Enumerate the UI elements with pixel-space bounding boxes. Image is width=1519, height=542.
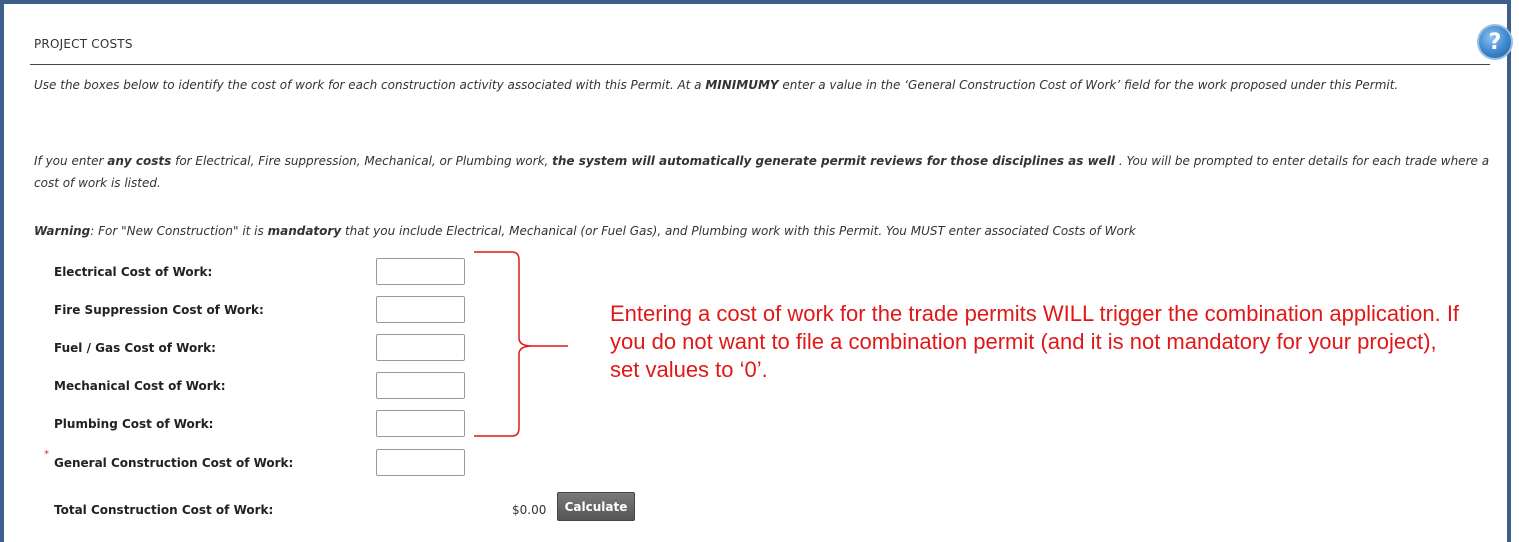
mechanical-cost-label: Mechanical Cost of Work: [54, 379, 226, 393]
section-title: PROJECT COSTS [34, 37, 133, 51]
instruction-warning: Warning: For "New Construction" it is ma… [34, 224, 1136, 238]
electrical-cost-input[interactable] [376, 258, 465, 285]
plumbing-cost-label: Plumbing Cost of Work: [54, 417, 214, 431]
fuel-gas-cost-input[interactable] [376, 334, 465, 361]
fire-suppression-cost-input[interactable] [376, 296, 465, 323]
total-cost-label: Total Construction Cost of Work: [54, 503, 274, 517]
instruction-trade-costs: If you enter any costs for Electrical, F… [34, 154, 1490, 190]
help-circle-icon[interactable]: ? [1477, 24, 1513, 60]
annotation-bracket [474, 251, 568, 437]
general-construction-cost-input[interactable] [376, 449, 465, 476]
total-cost-value: $0.00 [512, 503, 547, 517]
title-divider [30, 64, 1490, 65]
calculate-button[interactable]: Calculate [557, 492, 635, 521]
annotation-callout: Entering a cost of work for the trade pe… [610, 301, 1460, 382]
fuel-gas-cost-label: Fuel / Gas Cost of Work: [54, 341, 216, 355]
general-construction-cost-label: General Construction Cost of Work: [54, 456, 294, 470]
fire-suppression-cost-label: Fire Suppression Cost of Work: [54, 303, 264, 317]
plumbing-cost-input[interactable] [376, 410, 465, 437]
mechanical-cost-input[interactable] [376, 372, 465, 399]
required-asterisk: * [44, 449, 49, 460]
electrical-cost-label: Electrical Cost of Work: [54, 265, 213, 279]
instruction-minimum: Use the boxes below to identify the cost… [34, 78, 1399, 92]
